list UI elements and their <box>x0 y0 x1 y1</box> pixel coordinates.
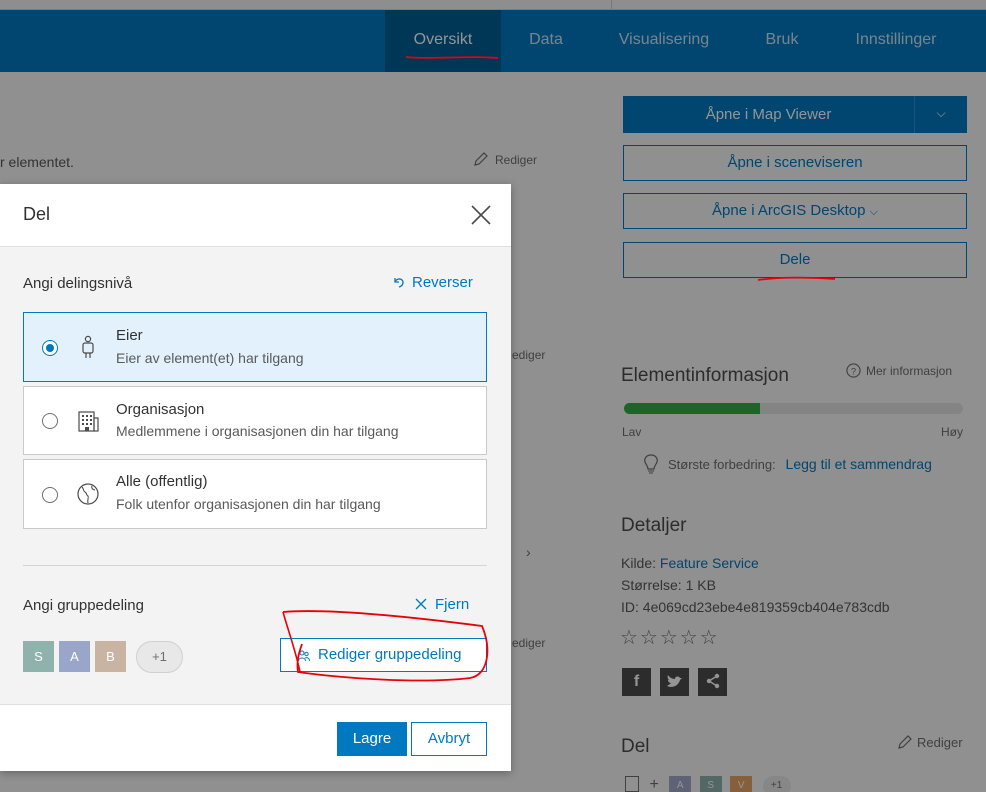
building-icon <box>78 411 99 432</box>
group-sharing-label: Angi gruppedeling <box>23 597 144 614</box>
section-divider <box>23 565 487 566</box>
option-description: Eier av element(et) har tilgang <box>116 350 304 366</box>
revert-button[interactable]: Reverser <box>392 274 473 291</box>
option-title: Organisasjon <box>116 401 205 418</box>
group-chip-s: S <box>23 641 54 672</box>
dialog-title: Del <box>23 204 51 224</box>
dialog-footer: Lagre Avbryt <box>0 704 511 771</box>
group-chip-more[interactable]: +1 <box>136 641 183 673</box>
option-title: Alle (offentlig) <box>116 473 208 490</box>
sharing-option-owner[interactable]: Eier Eier av element(et) har tilgang <box>23 312 487 382</box>
sharing-option-organization[interactable]: Organisasjon Medlemmene i organisasjonen… <box>23 386 487 455</box>
edit-group-sharing-button[interactable]: Rediger gruppedeling <box>280 638 487 672</box>
owner-radio[interactable] <box>42 340 58 356</box>
revert-label: Reverser <box>412 274 473 291</box>
person-icon <box>82 335 94 358</box>
edit-group-sharing-label: Rediger gruppedeling <box>318 646 462 663</box>
remove-label: Fjern <box>435 596 470 613</box>
option-title: Eier <box>116 327 143 344</box>
groups-icon <box>298 650 310 662</box>
organization-radio[interactable] <box>42 413 58 429</box>
option-description: Medlemmene i organisasjonen din har tilg… <box>116 423 399 439</box>
cancel-button[interactable]: Avbryt <box>411 722 487 756</box>
save-button[interactable]: Lagre <box>337 722 407 756</box>
undo-icon <box>394 278 404 288</box>
group-chip-b: B <box>95 641 126 672</box>
x-icon <box>415 598 427 610</box>
group-chip-a: A <box>59 641 90 672</box>
close-icon[interactable] <box>470 204 492 226</box>
public-radio[interactable] <box>42 487 58 503</box>
remove-groups-button[interactable]: Fjern <box>415 596 469 613</box>
option-description: Folk utenfor organisasjonen din har tilg… <box>116 496 381 512</box>
share-dialog: Del Angi delingsnivå Reverser Eier Eier … <box>0 184 511 771</box>
sharing-level-label: Angi delingsnivå <box>23 275 133 292</box>
globe-icon <box>77 483 99 505</box>
dialog-header: Del <box>0 184 511 247</box>
sharing-option-public[interactable]: Alle (offentlig) Folk utenfor organisasj… <box>23 459 487 529</box>
